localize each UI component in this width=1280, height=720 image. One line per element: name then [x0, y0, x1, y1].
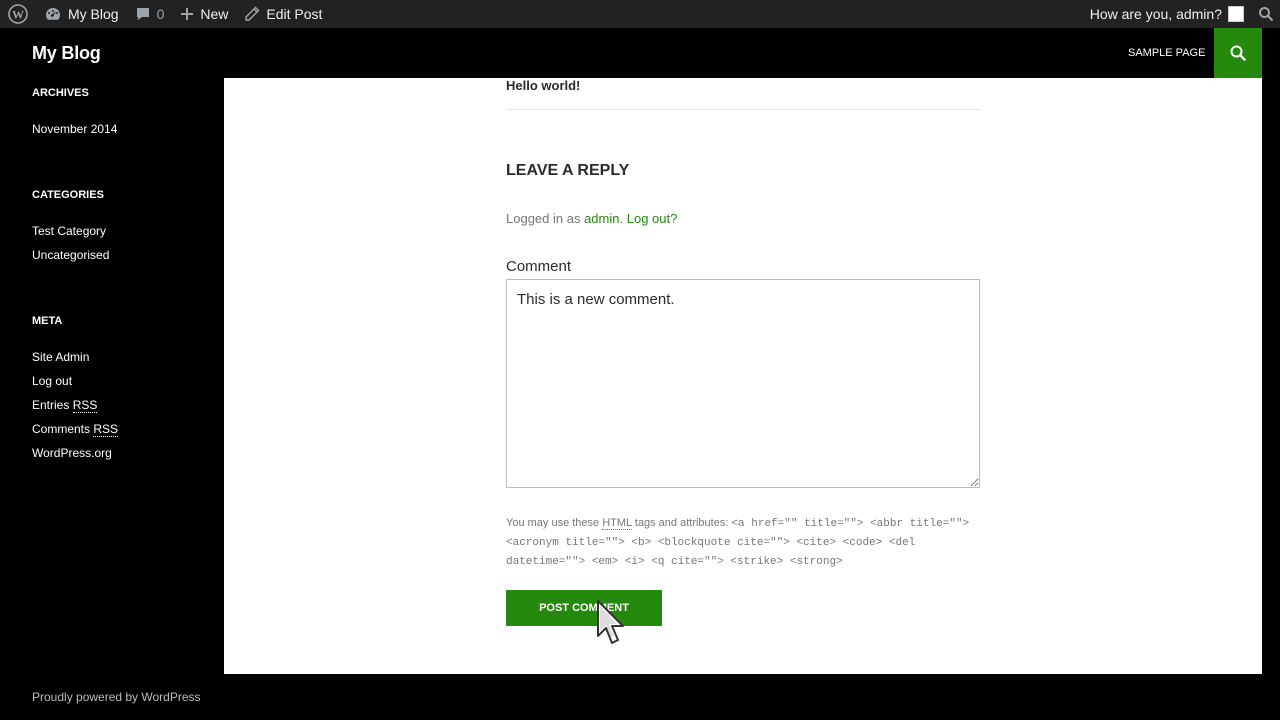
search-icon [1230, 45, 1247, 62]
adminbar-site-name[interactable]: My Blog [36, 0, 127, 28]
sidebar-link-site-admin[interactable]: Site Admin [32, 350, 89, 364]
right-edge [1262, 28, 1280, 720]
logged-in-as: Logged in as admin. Log out? [506, 211, 677, 226]
adminbar-search[interactable] [1252, 0, 1280, 28]
post-comment-button[interactable]: POST COMMENT [506, 590, 662, 626]
main-content: Hello world! LEAVE A REPLY Logged in as … [224, 78, 1262, 674]
admin-bar: W My Blog 0 New Edit Post How are you, a… [0, 0, 1280, 28]
comments-count: 0 [156, 6, 165, 22]
divider [506, 109, 980, 110]
html-abbr: HTML [602, 517, 632, 530]
sidebar-link-wordpress-org[interactable]: WordPress.org [32, 446, 112, 460]
nav-sample-page[interactable]: SAMPLE PAGE [1128, 47, 1205, 59]
allowed-tags-note: You may use these HTML tags and attribut… [506, 514, 980, 571]
sidebar-link-november-2014[interactable]: November 2014 [32, 122, 117, 136]
search-icon [1259, 7, 1274, 22]
site-header: My Blog SAMPLE PAGE [0, 28, 1262, 78]
avatar [1228, 6, 1244, 22]
allowed-prefix: You may use these [506, 517, 600, 529]
comments-label: Comments [32, 422, 91, 436]
wordpress-logo-icon[interactable]: W [0, 0, 36, 28]
comment-bubble-icon [136, 8, 149, 20]
sidebar: ARCHIVES November 2014 CATEGORIES Test C… [0, 78, 224, 674]
logged-in-prefix: Logged in as [506, 211, 581, 226]
reply-title: LEAVE A REPLY [506, 162, 630, 179]
logged-in-user-link[interactable]: admin [584, 211, 619, 226]
header-search-toggle[interactable] [1214, 28, 1262, 78]
post-title[interactable]: Hello world! [506, 78, 580, 93]
rss-abbr: RSS [72, 398, 98, 413]
entries-label: Entries [32, 398, 70, 412]
sidebar-link-entries-rss[interactable]: Entries RSS [32, 398, 98, 413]
logout-link[interactable]: Log out? [627, 211, 678, 226]
svg-text:W: W [12, 8, 24, 22]
site-title[interactable]: My Blog [32, 43, 101, 64]
allowed-suffix: tags and attributes: [634, 517, 729, 529]
footer-credit-link[interactable]: Proudly powered by WordPress [32, 690, 201, 704]
widget-title-categories: CATEGORIES [32, 189, 104, 201]
widget-title-archives: ARCHIVES [32, 87, 89, 99]
rss-abbr: RSS [93, 422, 119, 437]
mouse-cursor-icon [597, 600, 624, 644]
adminbar-edit-post[interactable]: Edit Post [236, 0, 330, 28]
plus-icon [181, 8, 194, 20]
adminbar-my-account[interactable]: How are you, admin? [1082, 0, 1252, 28]
comment-textarea[interactable] [506, 279, 980, 488]
logged-in-sep: . [619, 211, 624, 226]
dashboard-icon [46, 8, 60, 20]
sidebar-link-uncategorised[interactable]: Uncategorised [32, 248, 109, 262]
widget-title-meta: META [32, 315, 63, 327]
adminbar-site-label: My Blog [68, 6, 119, 22]
adminbar-new-label: New [200, 6, 229, 22]
comment-label: Comment [506, 258, 572, 275]
adminbar-edit-label: Edit Post [266, 6, 323, 22]
adminbar-new[interactable]: New [172, 0, 236, 28]
site-footer: Proudly powered by WordPress [0, 674, 1262, 720]
pencil-icon [245, 6, 260, 21]
sidebar-link-comments-rss[interactable]: Comments RSS [32, 422, 119, 437]
sidebar-link-test-category[interactable]: Test Category [32, 224, 106, 238]
sidebar-link-log-out[interactable]: Log out [32, 374, 72, 388]
adminbar-comments[interactable]: 0 [127, 0, 173, 28]
adminbar-greeting: How are you, admin? [1089, 6, 1222, 22]
